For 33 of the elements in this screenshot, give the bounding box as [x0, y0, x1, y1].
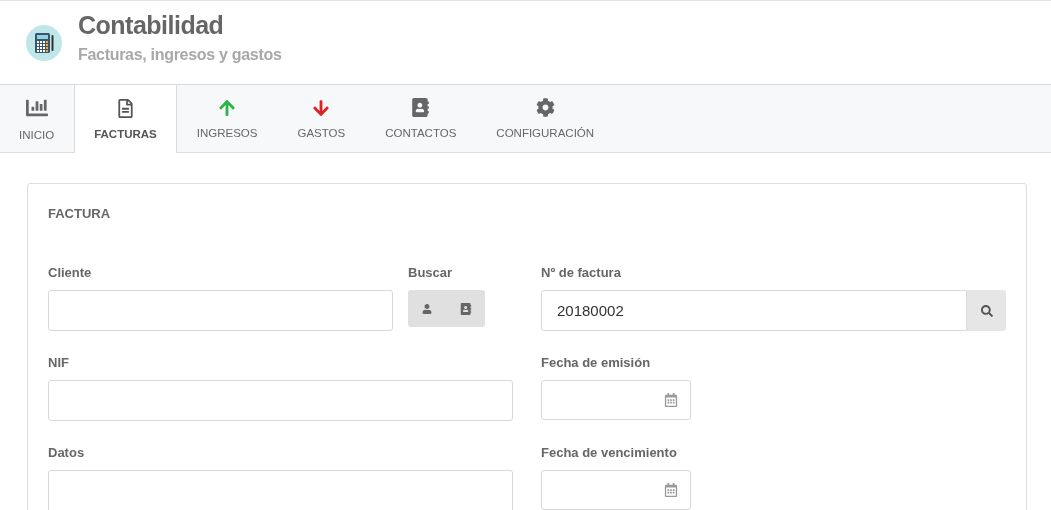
- app-title: Contabilidad: [78, 11, 225, 40]
- nav-tab[interactable]: CONTACTOS: [365, 85, 477, 152]
- field-label: Fecha de vencimiento: [541, 445, 678, 461]
- field-label: Cliente: [48, 265, 93, 281]
- calendar-icon: [664, 393, 678, 407]
- invoice-number-input[interactable]: 20180002: [541, 290, 967, 331]
- panel-title: FACTURA: [48, 206, 112, 221]
- arrow-down-icon: [312, 98, 331, 117]
- search-button[interactable]: [967, 290, 1006, 331]
- field-label: Buscar: [408, 265, 454, 281]
- date-field[interactable]: [541, 380, 691, 420]
- user-icon: [422, 303, 433, 314]
- contact-book-icon: [411, 98, 431, 117]
- arrow-up-icon: [218, 98, 237, 117]
- field-label: Fecha de emisión: [541, 355, 652, 371]
- field-label: Datos: [48, 445, 86, 461]
- nav-tab[interactable]: INICIO: [0, 85, 75, 152]
- field-label: Nº de factura: [541, 265, 622, 281]
- calendar-icon: [664, 483, 678, 497]
- nav-tab[interactable]: FACTURAS: [74, 85, 177, 153]
- field-label: NIF: [48, 355, 70, 371]
- nav-tab[interactable]: GASTOS: [277, 85, 366, 152]
- document-icon: [115, 98, 135, 118]
- nif-input[interactable]: [48, 380, 513, 421]
- app-subtitle: Facturas, ingresos y gastos: [78, 46, 282, 64]
- nav-tab[interactable]: INGRESOS: [176, 85, 278, 152]
- search-icon: [980, 304, 993, 317]
- client-input[interactable]: [48, 290, 393, 331]
- calculator-icon: [33, 31, 55, 54]
- date-field[interactable]: [541, 470, 691, 510]
- nav-tab[interactable]: CONFIGURACIÓN: [476, 85, 615, 152]
- contact-book-icon: [459, 302, 472, 315]
- settings-icon: [535, 98, 555, 117]
